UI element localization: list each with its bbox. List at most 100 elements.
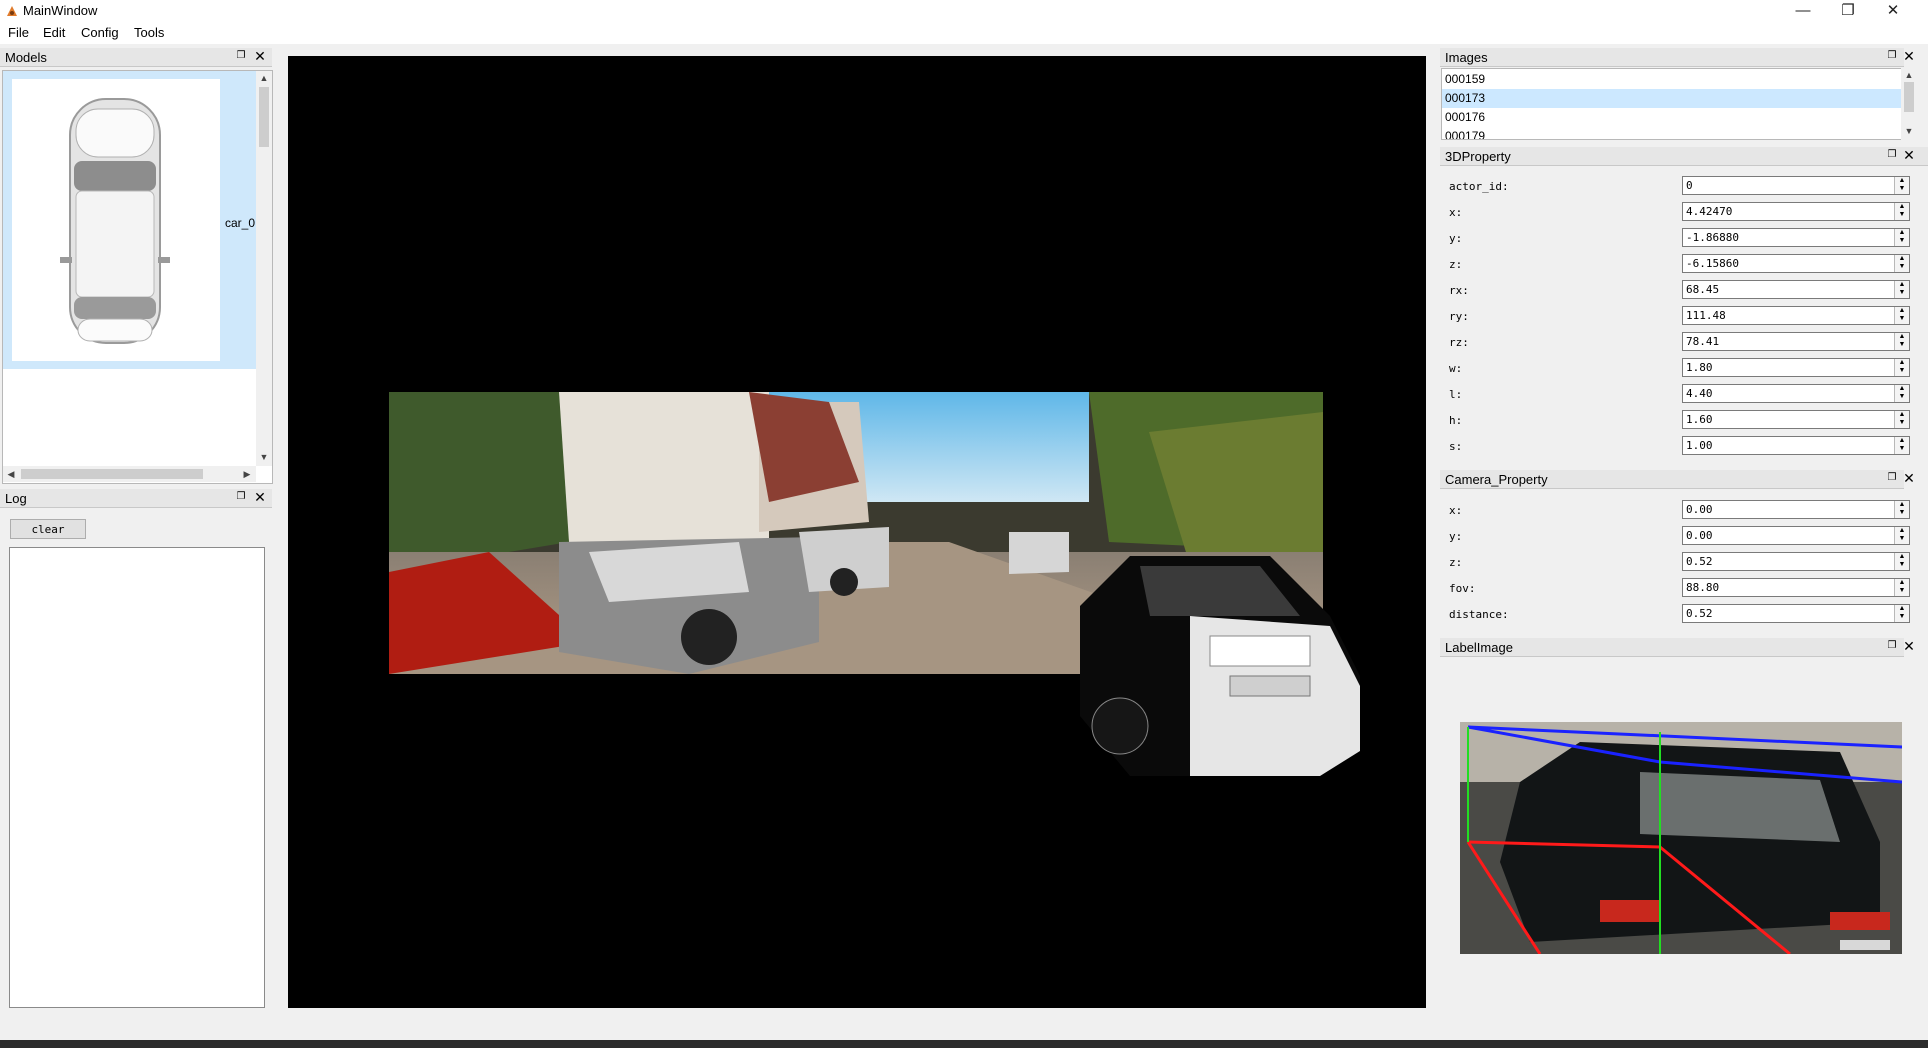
camera-z-label: z: (1449, 556, 1463, 569)
camera-distance-spinbox[interactable]: 0.52 ▲ ▼ (1682, 604, 1910, 623)
spin-arrows-icon[interactable]: ▲ ▼ (1894, 527, 1909, 544)
close-icon[interactable]: ✕ (1902, 638, 1916, 654)
image-list-item-selected[interactable]: 000173 (1442, 89, 1901, 108)
camera-x-value: 0.00 (1686, 503, 1713, 516)
scroll-thumb[interactable] (1904, 82, 1914, 112)
camera-y-spinbox[interactable]: 0.00 ▲ ▼ (1682, 526, 1910, 545)
minimize-button[interactable]: — (1780, 0, 1826, 22)
rz-spinbox[interactable]: 78.41 ▲ ▼ (1682, 332, 1910, 351)
l-label: l: (1449, 388, 1463, 401)
camera-dock-label: Camera_Property (1445, 472, 1548, 487)
spin-arrows-icon[interactable]: ▲ ▼ (1894, 579, 1909, 596)
app-icon (7, 6, 17, 16)
w-label: w: (1449, 362, 1463, 375)
close-icon[interactable]: ✕ (253, 48, 267, 64)
camera-x-spinbox[interactable]: 0.00 ▲ ▼ (1682, 500, 1910, 519)
camera-distance-label: distance: (1449, 608, 1509, 621)
close-icon[interactable]: ✕ (1902, 48, 1916, 64)
float-icon[interactable]: ❐ (1885, 49, 1899, 63)
spin-arrows-icon[interactable]: ▲ ▼ (1894, 385, 1909, 402)
label-image-dock-label: LabelImage (1445, 640, 1513, 655)
float-icon[interactable]: ❐ (234, 49, 248, 63)
camera-y-value: 0.00 (1686, 529, 1713, 542)
close-window-button[interactable]: ✕ (1870, 0, 1916, 22)
scroll-up-icon[interactable]: ▲ (256, 73, 272, 83)
spin-arrows-icon[interactable]: ▲ ▼ (1894, 501, 1909, 518)
image-list-item[interactable]: 000179 (1442, 127, 1901, 139)
spin-arrows-icon[interactable]: ▲ ▼ (1894, 307, 1909, 324)
scroll-right-icon[interactable]: ▶ (239, 469, 255, 480)
scroll-thumb[interactable] (21, 469, 203, 479)
w-value: 1.80 (1686, 361, 1713, 374)
spin-arrows-icon[interactable]: ▲ ▼ (1894, 437, 1909, 454)
images-vertical-scrollbar[interactable]: ▲ ▼ (1901, 68, 1918, 140)
log-output[interactable] (9, 547, 265, 1008)
float-icon[interactable]: ❐ (1885, 639, 1899, 653)
y-label: y: (1449, 232, 1463, 245)
close-icon[interactable]: ✕ (1902, 147, 1916, 163)
spin-arrows-icon[interactable]: ▲ ▼ (1894, 229, 1909, 246)
scroll-left-icon[interactable]: ◀ (3, 469, 19, 480)
z-label: z: (1449, 258, 1463, 271)
label-image-preview (1460, 722, 1902, 954)
menu-edit[interactable]: Edit (43, 25, 65, 40)
x-value: 4.42470 (1686, 205, 1733, 218)
close-icon[interactable]: ✕ (253, 489, 267, 505)
camera-x-label: x: (1449, 504, 1463, 517)
spin-arrows-icon[interactable]: ▲ ▼ (1894, 203, 1909, 220)
scroll-up-icon[interactable]: ▲ (1901, 70, 1917, 80)
rz-label: rz: (1449, 336, 1469, 349)
scroll-down-icon[interactable]: ▼ (256, 452, 272, 462)
spin-arrows-icon[interactable]: ▲ ▼ (1894, 255, 1909, 272)
float-icon[interactable]: ❐ (234, 490, 248, 504)
w-spinbox[interactable]: 1.80 ▲ ▼ (1682, 358, 1910, 377)
camera-fov-spinbox[interactable]: 88.80 ▲ ▼ (1682, 578, 1910, 597)
scroll-down-icon[interactable]: ▼ (1901, 126, 1917, 136)
render-viewport[interactable] (288, 56, 1426, 1008)
property3d-dock-label: 3DProperty (1445, 149, 1511, 164)
model-label: car_0 (225, 216, 256, 230)
window-title: MainWindow (23, 3, 98, 18)
l-value: 4.40 (1686, 387, 1713, 400)
spin-arrows-icon[interactable]: ▲ ▼ (1894, 605, 1909, 622)
menu-config[interactable]: Config (81, 25, 119, 40)
image-list-item[interactable]: 000176 (1442, 108, 1901, 127)
y-spinbox[interactable]: -1.86880 ▲ ▼ (1682, 228, 1910, 247)
spin-arrows-icon[interactable]: ▲ ▼ (1894, 359, 1909, 376)
restore-button[interactable]: ❐ (1825, 0, 1871, 22)
models-vertical-scrollbar[interactable]: ▲ ▼ (256, 71, 272, 466)
clear-log-button[interactable]: clear (10, 519, 86, 539)
rx-value: 68.45 (1686, 283, 1720, 296)
x-spinbox[interactable]: 4.42470 ▲ ▼ (1682, 202, 1910, 221)
model-item-car-0[interactable]: car_0 (3, 71, 256, 369)
l-spinbox[interactable]: 4.40 ▲ ▼ (1682, 384, 1910, 403)
camera-distance-value: 0.52 (1686, 607, 1713, 620)
z-spinbox[interactable]: -6.15860 ▲ ▼ (1682, 254, 1910, 273)
h-spinbox[interactable]: 1.60 ▲ ▼ (1682, 410, 1910, 429)
ry-spinbox[interactable]: 111.48 ▲ ▼ (1682, 306, 1910, 325)
actor-id-label: actor_id: (1449, 180, 1509, 193)
models-horizontal-scrollbar[interactable]: ◀ ▶ (3, 466, 256, 482)
s-spinbox[interactable]: 1.00 ▲ ▼ (1682, 436, 1910, 455)
spin-arrows-icon[interactable]: ▲ ▼ (1894, 553, 1909, 570)
menu-tools[interactable]: Tools (134, 25, 164, 40)
status-strip (0, 1040, 1928, 1048)
float-icon[interactable]: ❐ (1885, 471, 1899, 485)
actor-id-spinbox[interactable]: 0 ▲ ▼ (1682, 176, 1910, 195)
spin-arrows-icon[interactable]: ▲ ▼ (1894, 333, 1909, 350)
spin-arrows-icon[interactable]: ▲ ▼ (1894, 281, 1909, 298)
rx-spinbox[interactable]: 68.45 ▲ ▼ (1682, 280, 1910, 299)
spin-arrows-icon[interactable]: ▲ ▼ (1894, 411, 1909, 428)
close-icon[interactable]: ✕ (1902, 470, 1916, 486)
scroll-thumb[interactable] (259, 87, 269, 147)
y-value: -1.86880 (1686, 231, 1739, 244)
menu-file[interactable]: File (8, 25, 29, 40)
ry-label: ry: (1449, 310, 1469, 323)
float-icon[interactable]: ❐ (1885, 148, 1899, 162)
camera-z-spinbox[interactable]: 0.52 ▲ ▼ (1682, 552, 1910, 571)
spin-arrows-icon[interactable]: ▲ ▼ (1894, 177, 1909, 194)
image-list-item[interactable]: 000159 (1442, 70, 1901, 89)
h-label: h: (1449, 414, 1463, 427)
images-list: 000159 000173 000176 000179 (1441, 68, 1902, 140)
camera-dock-title: Camera_Property ❐ ✕ (1440, 470, 1915, 489)
